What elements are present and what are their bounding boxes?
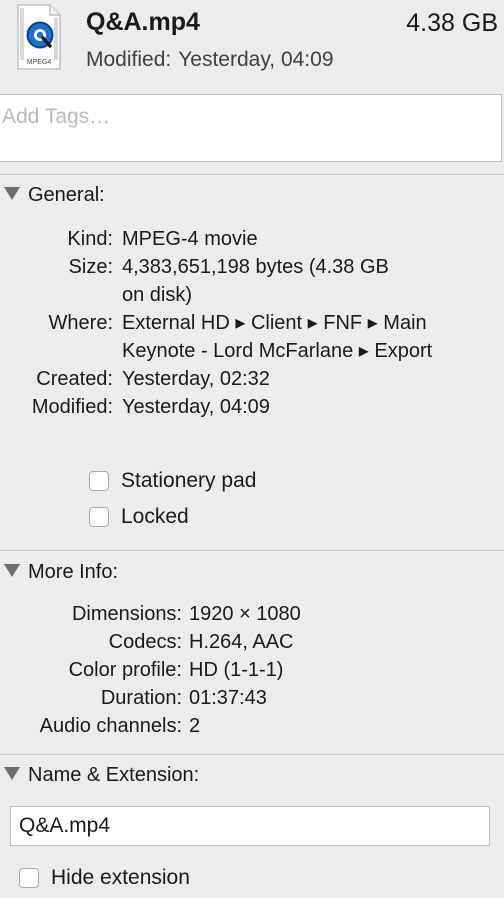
stationery-pad-checkbox[interactable]: Stationery pad xyxy=(89,469,256,493)
locked-checkbox-box[interactable] xyxy=(89,507,109,527)
hide-extension-checkbox[interactable]: Hide extension xyxy=(19,866,190,890)
codecs-value: H.264, AAC xyxy=(189,631,294,653)
header-modified: Modified: Yesterday, 04:09 xyxy=(86,48,334,72)
size-value-line2: on disk) xyxy=(122,284,193,306)
created-label: Created: xyxy=(36,368,113,390)
audio-channels-value: 2 xyxy=(189,715,201,737)
where-value-line1: External HD ▸ Client ▸ FNF ▸ Main xyxy=(122,312,427,334)
tags-input[interactable] xyxy=(0,95,501,135)
created-value: Yesterday, 02:32 xyxy=(122,368,270,390)
dimensions-label: Dimensions: xyxy=(71,603,182,625)
duration-label: Duration: xyxy=(100,687,182,709)
audio-channels-label: Audio channels: xyxy=(39,715,182,737)
general-section-title: General: xyxy=(28,184,105,206)
size-value-line1: 4,383,651,198 bytes (4.38 GB xyxy=(122,256,389,278)
disclosure-triangle-icon[interactable] xyxy=(4,767,20,780)
locked-checkbox[interactable]: Locked xyxy=(89,505,189,529)
more-info-section-toggle[interactable]: More Info: xyxy=(4,561,118,584)
hide-extension-checkbox-box[interactable] xyxy=(19,868,39,888)
divider xyxy=(0,754,504,755)
stationery-pad-label: Stationery pad xyxy=(121,469,257,492)
size-label: Size: xyxy=(68,256,113,278)
color-profile-value: HD (1-1-1) xyxy=(189,659,284,681)
general-section-toggle[interactable]: General: xyxy=(4,184,105,207)
name-extension-section-toggle[interactable]: Name & Extension: xyxy=(4,764,199,787)
file-name-input[interactable] xyxy=(10,806,490,846)
modified-label: Modified: xyxy=(31,396,113,418)
locked-label: Locked xyxy=(121,505,189,528)
file-header: MPEG4 Q&A.mp4 4.38 GB Modified: Yesterday… xyxy=(0,0,504,92)
where-label: Where: xyxy=(48,312,113,334)
file-name-title: Q&A.mp4 xyxy=(86,8,200,36)
modified-value: Yesterday, 04:09 xyxy=(122,396,270,418)
kind-label: Kind: xyxy=(67,228,113,250)
mpeg4-file-icon: MPEG4 xyxy=(17,4,61,70)
divider xyxy=(0,174,504,175)
color-profile-label: Color profile: xyxy=(68,659,182,681)
tags-field[interactable] xyxy=(0,94,502,162)
divider xyxy=(0,550,504,551)
dimensions-value: 1920 × 1080 xyxy=(189,603,301,625)
file-size: 4.38 GB xyxy=(406,9,498,37)
header-modified-label: Modified: xyxy=(86,48,172,71)
header-modified-value: Yesterday, 04:09 xyxy=(178,48,334,71)
hide-extension-label: Hide extension xyxy=(51,866,190,889)
codecs-label: Codecs: xyxy=(108,631,182,653)
duration-value: 01:37:43 xyxy=(189,687,267,709)
disclosure-triangle-icon[interactable] xyxy=(4,564,20,577)
file-icon-label: MPEG4 xyxy=(27,59,52,66)
disclosure-triangle-icon[interactable] xyxy=(4,187,20,200)
stationery-pad-checkbox-box[interactable] xyxy=(89,471,109,491)
where-value-line2: Keynote - Lord McFarlane ▸ Export xyxy=(122,340,433,362)
more-info-section-title: More Info: xyxy=(28,561,119,583)
name-extension-section-title: Name & Extension: xyxy=(28,764,200,786)
kind-value: MPEG-4 movie xyxy=(122,228,258,250)
